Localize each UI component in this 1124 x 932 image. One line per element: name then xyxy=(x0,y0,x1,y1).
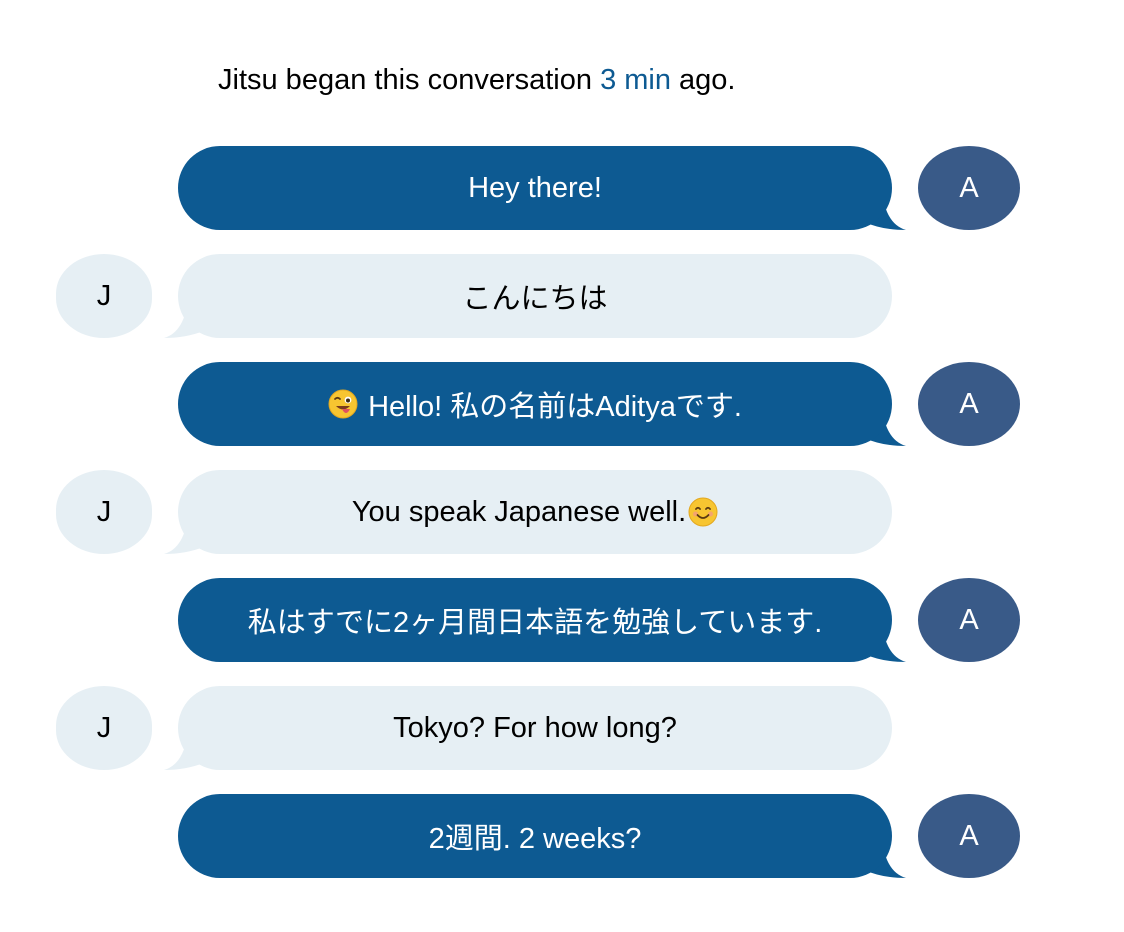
message-bubble[interactable]: You speak Japanese well. xyxy=(178,470,892,554)
avatar[interactable]: A xyxy=(918,362,1020,446)
smiling-face-icon xyxy=(688,497,718,527)
header-text-suffix: ago. xyxy=(670,64,736,96)
avatar-initial: A xyxy=(959,171,979,204)
message-bubble[interactable]: Hey there! xyxy=(178,146,892,230)
avatar-initial: A xyxy=(959,387,979,420)
message-text: Tokyo? For how long? xyxy=(393,711,677,744)
avatar-initial: J xyxy=(96,279,112,312)
message-bubble[interactable]: Tokyo? For how long? xyxy=(178,686,892,770)
winking-face-with-tongue-icon xyxy=(328,389,358,419)
message-text: 私はすでに2ヶ月間日本語を勉強しています. xyxy=(247,607,823,639)
avatar-initial: J xyxy=(96,711,112,744)
message-text: You speak Japanese well. xyxy=(351,495,687,528)
message-bubble[interactable]: こんにちは xyxy=(178,254,892,338)
avatar[interactable]: A xyxy=(918,146,1020,230)
avatar-initial: A xyxy=(959,819,979,852)
message-row-outgoing: 私はすでに2ヶ月間日本語を勉強しています. A xyxy=(0,578,1124,662)
avatar[interactable]: A xyxy=(918,794,1020,878)
message-row-incoming: こんにちは J xyxy=(0,254,1124,338)
message-row-outgoing: 2週間. 2 weeks? A xyxy=(0,794,1124,878)
message-text: Hey there! xyxy=(468,171,602,204)
message-text: 2週間. 2 weeks? xyxy=(428,823,642,855)
avatar[interactable]: A xyxy=(918,578,1020,662)
message-row-incoming: Tokyo? For how long? J xyxy=(0,686,1124,770)
message-bubble[interactable]: Hello! 私の名前はAdityaです. xyxy=(178,362,892,446)
avatar[interactable]: J xyxy=(56,470,152,554)
avatar-initial: A xyxy=(959,603,979,636)
conversation-start-time-link[interactable]: 3 min xyxy=(600,64,671,96)
message-text: こんにちは xyxy=(462,283,608,315)
header-text-prefix: Jitsu began this conversation xyxy=(218,64,601,96)
message-row-incoming: You speak Japanese well. J xyxy=(0,470,1124,554)
message-text: Hello! 私の名前はAdityaです. xyxy=(368,391,742,423)
message-bubble[interactable]: 2週間. 2 weeks? xyxy=(178,794,892,878)
message-bubble[interactable]: 私はすでに2ヶ月間日本語を勉強しています. xyxy=(178,578,892,662)
avatar-initial: J xyxy=(96,495,112,528)
avatar[interactable]: J xyxy=(56,254,152,338)
conversation-header: Jitsu began this conversation 3 min ago. xyxy=(218,58,735,102)
message-row-outgoing: Hello! 私の名前はAdityaです. A xyxy=(0,362,1124,446)
avatar[interactable]: J xyxy=(56,686,152,770)
message-row-outgoing: Hey there! A xyxy=(0,146,1124,230)
